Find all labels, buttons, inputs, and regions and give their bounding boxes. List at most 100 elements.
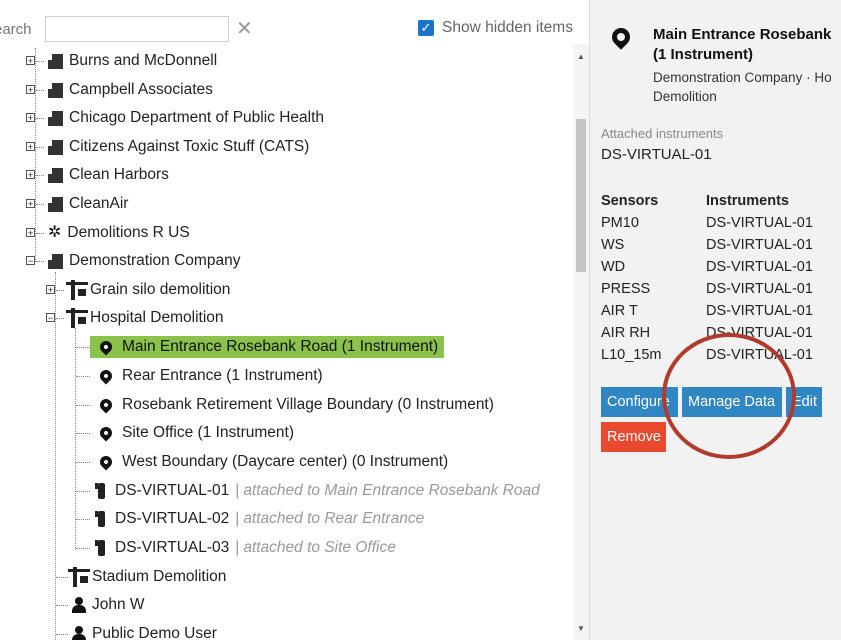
- tree-item-location[interactable]: Rear Entrance (1 Instrument): [76, 363, 323, 389]
- tree-view: + Burns and McDonnell + Campbell Associa…: [0, 44, 572, 640]
- table-row: AIR RH DS-VIRTUAL-01: [601, 322, 841, 344]
- column-header-sensors: Sensors: [601, 193, 659, 209]
- tree-item-label: Rear Entrance (1 Instrument): [122, 367, 323, 384]
- attached-instruments-label: Attached instruments: [601, 126, 724, 141]
- scroll-thumb[interactable]: [576, 119, 586, 272]
- instrument-cell: DS-VIRTUAL-01: [706, 215, 813, 231]
- tree-item-company[interactable]: + Citizens Against Toxic Stuff (CATS): [26, 134, 309, 160]
- tree-item-company[interactable]: + ✲ Demolitions R US: [26, 220, 190, 246]
- collapse-icon[interactable]: −: [46, 313, 55, 323]
- tree-item-label: Demolitions R US: [67, 224, 190, 241]
- configure-button[interactable]: Configure: [601, 387, 678, 417]
- sensor-cell: WD: [601, 259, 626, 275]
- expand-icon[interactable]: +: [26, 199, 35, 209]
- expand-icon[interactable]: +: [26, 85, 35, 95]
- user-icon: [72, 597, 86, 613]
- remove-button[interactable]: Remove: [601, 422, 666, 452]
- instrument-cell: DS-VIRTUAL-01: [706, 281, 813, 297]
- separator: |: [235, 482, 240, 499]
- selected-highlight[interactable]: Main Entrance Rosebank Road (1 Instrumen…: [90, 336, 445, 358]
- building-icon: [48, 53, 63, 69]
- building-icon: [48, 110, 63, 126]
- tree-item-instrument[interactable]: DS-VIRTUAL-03 | attached to Site Office: [76, 535, 396, 561]
- tree-item-label: Site Office (1 Instrument): [122, 424, 294, 441]
- tree-item-label: Citizens Against Toxic Stuff (CATS): [69, 138, 310, 155]
- tree-item-company[interactable]: + Burns and McDonnell: [26, 48, 217, 74]
- tree-item-user[interactable]: Public Demo User: [56, 621, 217, 640]
- location-title-line1: Main Entrance Rosebank: [653, 26, 832, 43]
- crane-icon: [66, 280, 88, 300]
- expand-icon[interactable]: +: [46, 285, 55, 295]
- manage-data-button[interactable]: Manage Data: [682, 387, 782, 417]
- instrument-icon: [95, 483, 105, 499]
- sensor-cell: WS: [601, 237, 625, 253]
- search-input[interactable]: [45, 16, 229, 42]
- expand-icon[interactable]: +: [26, 170, 35, 180]
- tree-item-company-expanded[interactable]: − Demonstration Company: [26, 248, 240, 274]
- tree-item-label: DS-VIRTUAL-02: [115, 510, 230, 527]
- tree-item-project-expanded[interactable]: − Hospital Demolition: [46, 305, 224, 331]
- tree-item-instrument[interactable]: DS-VIRTUAL-01 | attached to Main Entrance…: [76, 478, 540, 504]
- building-icon: [48, 196, 63, 212]
- scroll-up-icon[interactable]: ▲: [577, 52, 585, 61]
- expand-icon[interactable]: +: [26, 228, 35, 238]
- table-row: WS DS-VIRTUAL-01: [601, 234, 841, 256]
- tree-item-location[interactable]: West Boundary (Daycare center) (0 Instru…: [76, 449, 448, 475]
- collapse-icon[interactable]: −: [26, 256, 35, 266]
- instrument-icon: [95, 511, 105, 527]
- tree-item-company[interactable]: + Chicago Department of Public Health: [26, 105, 324, 131]
- detail-panel: Main Entrance Rosebank (1 Instrument) De…: [590, 0, 841, 640]
- scroll-down-icon[interactable]: ▼: [577, 624, 585, 633]
- separator: |: [235, 539, 240, 556]
- tree-item-user[interactable]: John W: [56, 592, 145, 618]
- tree-item-company[interactable]: + Clean Harbors: [26, 162, 169, 188]
- sensor-cell: AIR T: [601, 303, 638, 319]
- map-pin-icon: [97, 338, 115, 356]
- building-icon: [48, 82, 63, 98]
- tree-item-label: Public Demo User: [92, 625, 217, 640]
- location-subtitle-line2: Demolition: [653, 89, 717, 104]
- tree-item-label: Demonstration Company: [69, 252, 241, 269]
- tree-item-label: Burns and McDonnell: [69, 52, 218, 69]
- instrument-cell: DS-VIRTUAL-01: [706, 259, 813, 275]
- instrument-cell: DS-VIRTUAL-01: [706, 325, 813, 341]
- attached-instruments-value: DS-VIRTUAL-01: [601, 146, 712, 163]
- expand-icon[interactable]: +: [26, 56, 35, 66]
- instrument-cell: DS-VIRTUAL-01: [706, 303, 813, 319]
- crane-icon: [68, 567, 90, 587]
- tree-item-project[interactable]: + Grain silo demolition: [46, 277, 230, 303]
- tree-item-label: Grain silo demolition: [90, 281, 231, 298]
- instrument-icon: [95, 540, 105, 556]
- crane-icon: [66, 308, 88, 328]
- tree-item-location[interactable]: Site Office (1 Instrument): [76, 420, 294, 446]
- tree-item-location[interactable]: Rosebank Retirement Village Boundary (0 …: [76, 392, 494, 418]
- clear-icon[interactable]: ✕: [236, 19, 253, 39]
- building-icon: [48, 167, 63, 183]
- tree-item-company[interactable]: + Campbell Associates: [26, 77, 213, 103]
- table-header: Sensors Instruments: [601, 190, 841, 212]
- expand-icon[interactable]: +: [26, 113, 35, 123]
- location-title-line2: (1 Instrument): [653, 46, 754, 63]
- sensor-cell: L10_15m: [601, 347, 662, 363]
- tree-item-label: Main Entrance Rosebank Road (1 Instrumen…: [122, 338, 439, 355]
- tree-scrollbar[interactable]: ▲ ▼: [573, 44, 589, 640]
- table-row: WD DS-VIRTUAL-01: [601, 256, 841, 278]
- tree-item-label: CleanAir: [69, 195, 129, 212]
- show-hidden-toggle[interactable]: ✓ Show hidden items: [418, 19, 573, 37]
- column-header-instruments: Instruments: [706, 193, 789, 209]
- tree-item-instrument[interactable]: DS-VIRTUAL-02 | attached to Rear Entrance: [76, 506, 424, 532]
- tree-item-company[interactable]: + CleanAir: [26, 191, 128, 217]
- tree-item-label: Chicago Department of Public Health: [69, 109, 325, 126]
- checkbox-checked-icon[interactable]: ✓: [418, 20, 434, 36]
- tree-item-label: Hospital Demolition: [90, 309, 224, 326]
- tree-item-location-selected[interactable]: Main Entrance Rosebank Road (1 Instrumen…: [76, 334, 445, 360]
- expand-icon[interactable]: +: [26, 142, 35, 152]
- network-icon: ✲: [48, 224, 62, 241]
- tree-item-project[interactable]: Stadium Demolition: [56, 564, 226, 590]
- table-row: AIR T DS-VIRTUAL-01: [601, 300, 841, 322]
- map-pin-icon: [97, 396, 115, 414]
- edit-button[interactable]: Edit: [786, 387, 822, 417]
- search-label: earch: [0, 21, 32, 38]
- table-row: PM10 DS-VIRTUAL-01: [601, 212, 841, 234]
- table-row: PRESS DS-VIRTUAL-01: [601, 278, 841, 300]
